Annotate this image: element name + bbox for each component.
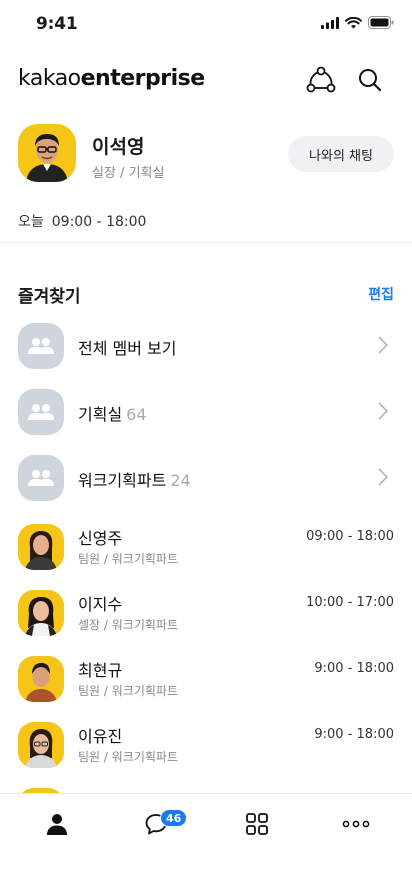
member-role: 팀원 / 워크기획파트 bbox=[78, 552, 178, 566]
tab-apps[interactable] bbox=[237, 809, 277, 839]
organization-button[interactable] bbox=[305, 64, 337, 96]
app-header: kakaoenterprise bbox=[0, 55, 412, 105]
avatar[interactable] bbox=[18, 124, 76, 182]
member-hours: 9:00 - 18:00 bbox=[314, 727, 394, 742]
tab-more[interactable] bbox=[336, 809, 376, 839]
edit-favorites-button[interactable]: 편집 bbox=[368, 284, 394, 304]
battery-icon bbox=[368, 16, 394, 29]
member-role: 팀원 / 워크기획파트 bbox=[78, 684, 178, 698]
member-hours: 9:00 - 18:00 bbox=[314, 661, 394, 676]
brand-logo: kakaoenterprise bbox=[18, 66, 205, 91]
tab-bar: 46 bbox=[0, 793, 412, 869]
member-name: 이지수 bbox=[78, 595, 123, 614]
avatar[interactable] bbox=[18, 590, 64, 636]
profile-name: 이석영 bbox=[92, 136, 145, 158]
avatar[interactable] bbox=[18, 656, 64, 702]
worktime-label: 오늘 bbox=[18, 214, 44, 230]
group-name: 기획실 64 bbox=[78, 401, 147, 425]
my-chat-button[interactable]: 나와의 채팅 bbox=[288, 136, 394, 172]
group-row-work-planning-part[interactable]: 워크기획파트 24 bbox=[0, 446, 412, 512]
group-label: 전체 멤버 보기 bbox=[78, 339, 177, 358]
favorites-header: 즐겨찾기 편집 bbox=[0, 280, 412, 308]
group-icon bbox=[18, 323, 64, 369]
group-row-all-members[interactable]: 전체 멤버 보기 bbox=[0, 314, 412, 380]
member-row[interactable]: 최현규 팀원 / 워크기획파트 9:00 - 18:00 bbox=[0, 649, 412, 715]
divider bbox=[0, 242, 412, 243]
group-label: 워크기획파트 bbox=[78, 471, 167, 490]
status-bar: 9:41 bbox=[0, 0, 412, 50]
search-icon bbox=[359, 69, 382, 92]
member-row[interactable]: 이유진 팀원 / 워크기획파트 9:00 - 18:00 bbox=[0, 715, 412, 781]
more-icon bbox=[342, 820, 370, 828]
status-icons bbox=[321, 16, 394, 29]
group-count: 24 bbox=[170, 471, 191, 490]
member-photo bbox=[18, 722, 64, 768]
group-name: 워크기획파트 24 bbox=[78, 467, 191, 491]
member-row[interactable]: 신영주 팀원 / 워크기획파트 09:00 - 18:00 bbox=[0, 517, 412, 583]
person-icon bbox=[47, 814, 67, 835]
group-icon bbox=[18, 455, 64, 501]
member-name: 이유진 bbox=[78, 727, 123, 746]
member-name: 최현규 bbox=[78, 661, 123, 680]
signal-icon bbox=[321, 16, 339, 29]
unread-badge: 46 bbox=[160, 809, 188, 827]
member-role: 셀장 / 워크기획파트 bbox=[78, 618, 178, 632]
search-button[interactable] bbox=[354, 64, 386, 96]
chevron-right-icon bbox=[378, 402, 388, 420]
member-hours: 10:00 - 17:00 bbox=[306, 595, 394, 610]
wifi-icon bbox=[345, 16, 362, 28]
avatar[interactable] bbox=[18, 722, 64, 768]
today-worktime: 오늘 09:00 - 18:00 bbox=[18, 211, 146, 231]
profile-role: 실장 / 기획실 bbox=[92, 166, 165, 181]
chevron-right-icon bbox=[378, 336, 388, 354]
member-row[interactable]: 이지수 셀장 / 워크기획파트 10:00 - 17:00 bbox=[0, 583, 412, 649]
status-time: 9:41 bbox=[36, 14, 78, 34]
avatar[interactable] bbox=[18, 524, 64, 570]
group-name: 전체 멤버 보기 bbox=[78, 335, 177, 359]
tab-people[interactable] bbox=[37, 809, 77, 839]
my-profile[interactable]: 이석영 실장 / 기획실 나와의 채팅 bbox=[0, 120, 412, 200]
group-icon bbox=[18, 389, 64, 435]
profile-photo bbox=[18, 124, 76, 182]
member-role: 팀원 / 워크기획파트 bbox=[78, 750, 178, 764]
member-name: 신영주 bbox=[78, 529, 123, 548]
brand-logo-light: kakao bbox=[18, 66, 81, 91]
worktime-value: 09:00 - 18:00 bbox=[51, 214, 147, 230]
chevron-right-icon bbox=[378, 468, 388, 486]
member-hours: 09:00 - 18:00 bbox=[306, 529, 394, 544]
favorites-title: 즐겨찾기 bbox=[18, 287, 81, 307]
group-row-planning[interactable]: 기획실 64 bbox=[0, 380, 412, 446]
group-count: 64 bbox=[126, 405, 147, 424]
grid-icon bbox=[246, 813, 268, 835]
organization-icon bbox=[306, 66, 336, 93]
member-photo bbox=[18, 656, 64, 702]
brand-logo-bold: enterprise bbox=[80, 66, 206, 91]
group-label: 기획실 bbox=[78, 405, 123, 424]
member-photo bbox=[18, 590, 64, 636]
member-photo bbox=[18, 524, 64, 570]
